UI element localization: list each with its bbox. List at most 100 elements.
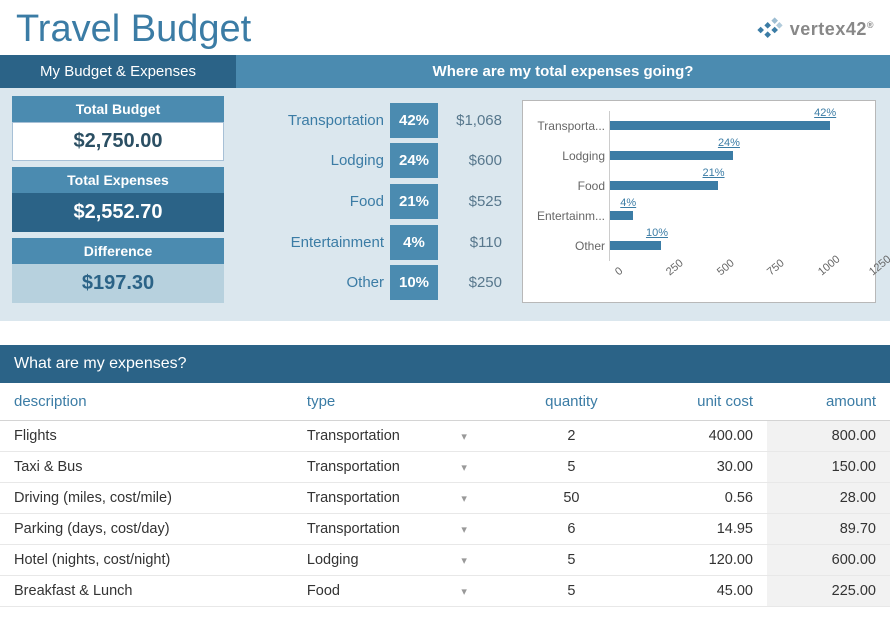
chart-row: Lodging24%: [531, 141, 867, 171]
summary-panel: Total Budget $2,750.00 Total Expenses $2…: [0, 88, 236, 321]
cell-quantity[interactable]: 5: [508, 576, 635, 607]
cell-unit-cost[interactable]: 14.95: [635, 514, 767, 545]
expense-chart: Transporta...42%Lodging24%Food21%Enterta…: [522, 100, 876, 303]
chart-axis-tick: 0: [613, 265, 625, 278]
page-title: Travel Budget: [16, 8, 251, 51]
chart-axis-tick: 500: [715, 257, 737, 278]
cell-amount[interactable]: 28.00: [767, 483, 890, 514]
breakdown-pct: 4%: [390, 225, 438, 260]
chart-bar: [610, 211, 633, 220]
cell-quantity[interactable]: 2: [508, 421, 635, 452]
chart-row: Food21%: [531, 171, 867, 201]
table-row[interactable]: Breakfast & LunchFood▾545.00225.00: [0, 576, 890, 607]
breakdown-label: Entertainment: [250, 225, 390, 260]
dropdown-caret-icon[interactable]: ▾: [461, 492, 467, 505]
col-unit-cost[interactable]: unit cost: [635, 383, 767, 421]
breakdown-amount: $600: [438, 143, 508, 178]
vertex42-logo: vertex42®: [756, 16, 874, 44]
cell-amount[interactable]: 89.70: [767, 514, 890, 545]
table-row[interactable]: Hotel (nights, cost/night)Lodging▾5120.0…: [0, 545, 890, 576]
chart-row: Other10%: [531, 231, 867, 261]
cell-amount[interactable]: 225.00: [767, 576, 890, 607]
chart-bar-label: 42%: [814, 107, 836, 119]
where-header: Where are my total expenses going?: [236, 55, 890, 88]
breakdown-table: Transportation42%$1,068Lodging24%$600Foo…: [250, 100, 508, 303]
cell-amount[interactable]: 150.00: [767, 452, 890, 483]
chart-category-label: Food: [531, 179, 609, 193]
cell-amount[interactable]: 800.00: [767, 421, 890, 452]
cell-type[interactable]: Transportation▾: [293, 421, 508, 452]
chart-bar-label: 4%: [620, 197, 636, 209]
difference-label: Difference: [12, 238, 224, 264]
dropdown-caret-icon[interactable]: ▾: [461, 585, 467, 598]
cell-description[interactable]: Taxi & Bus: [0, 452, 293, 483]
chart-row: Transporta...42%: [531, 111, 867, 141]
breakdown-label: Food: [250, 184, 390, 219]
chart-category-label: Transporta...: [531, 119, 609, 133]
breakdown-pct: 42%: [390, 103, 438, 138]
breakdown-pct: 10%: [390, 265, 438, 300]
difference-value: $197.30: [12, 264, 224, 303]
col-description[interactable]: description: [0, 383, 293, 421]
expenses-table: description type quantity unit cost amou…: [0, 383, 890, 607]
breakdown-pct: 24%: [390, 143, 438, 178]
cell-type[interactable]: Transportation▾: [293, 514, 508, 545]
dropdown-caret-icon[interactable]: ▾: [461, 523, 467, 536]
cell-quantity[interactable]: 50: [508, 483, 635, 514]
cell-unit-cost[interactable]: 400.00: [635, 421, 767, 452]
cell-type[interactable]: Transportation▾: [293, 452, 508, 483]
table-row[interactable]: Taxi & BusTransportation▾530.00150.00: [0, 452, 890, 483]
breakdown-pct: 21%: [390, 184, 438, 219]
breakdown-label: Transportation: [250, 103, 390, 138]
cell-unit-cost[interactable]: 0.56: [635, 483, 767, 514]
chart-bar-label: 10%: [646, 227, 668, 239]
chart-axis-tick: 750: [765, 257, 787, 278]
breakdown-amount: $525: [438, 184, 508, 219]
chart-axis-tick: 250: [664, 257, 686, 278]
breakdown-amount: $110: [438, 225, 508, 260]
cell-unit-cost[interactable]: 30.00: [635, 452, 767, 483]
cell-quantity[interactable]: 6: [508, 514, 635, 545]
breakdown-label: Other: [250, 265, 390, 300]
chart-axis-tick: 1250: [867, 253, 890, 278]
cell-description[interactable]: Flights: [0, 421, 293, 452]
chart-bar-label: 21%: [703, 167, 725, 179]
dropdown-caret-icon[interactable]: ▾: [461, 461, 467, 474]
breakdown-amount: $1,068: [438, 103, 508, 138]
cell-unit-cost[interactable]: 45.00: [635, 576, 767, 607]
cell-description[interactable]: Driving (miles, cost/mile): [0, 483, 293, 514]
cell-type[interactable]: Transportation▾: [293, 483, 508, 514]
col-amount[interactable]: amount: [767, 383, 890, 421]
cell-description[interactable]: Hotel (nights, cost/night): [0, 545, 293, 576]
cell-amount[interactable]: 600.00: [767, 545, 890, 576]
breakdown-amount: $250: [438, 265, 508, 300]
total-budget-value[interactable]: $2,750.00: [12, 122, 224, 161]
chart-bar-label: 24%: [718, 137, 740, 149]
chart-bar: [610, 241, 661, 250]
total-expenses-value: $2,552.70: [12, 193, 224, 232]
chart-bar: [610, 121, 830, 130]
cell-unit-cost[interactable]: 120.00: [635, 545, 767, 576]
chart-row: Entertainm...4%: [531, 201, 867, 231]
col-type[interactable]: type: [293, 383, 508, 421]
table-row[interactable]: Parking (days, cost/day)Transportation▾6…: [0, 514, 890, 545]
col-quantity[interactable]: quantity: [508, 383, 635, 421]
dropdown-caret-icon[interactable]: ▾: [461, 430, 467, 443]
logo-icon: [756, 16, 784, 44]
my-budget-header: My Budget & Expenses: [0, 55, 236, 88]
table-row[interactable]: FlightsTransportation▾2400.00800.00: [0, 421, 890, 452]
cell-description[interactable]: Breakfast & Lunch: [0, 576, 293, 607]
cell-description[interactable]: Parking (days, cost/day): [0, 514, 293, 545]
total-budget-label: Total Budget: [12, 96, 224, 122]
cell-quantity[interactable]: 5: [508, 452, 635, 483]
expenses-header: What are my expenses?: [0, 345, 890, 383]
cell-type[interactable]: Food▾: [293, 576, 508, 607]
cell-type[interactable]: Lodging▾: [293, 545, 508, 576]
table-row[interactable]: Driving (miles, cost/mile)Transportation…: [0, 483, 890, 514]
dropdown-caret-icon[interactable]: ▾: [461, 554, 467, 567]
total-expenses-label: Total Expenses: [12, 167, 224, 193]
cell-quantity[interactable]: 5: [508, 545, 635, 576]
chart-category-label: Entertainm...: [531, 209, 609, 223]
chart-bar: [610, 181, 718, 190]
chart-bar: [610, 151, 733, 160]
